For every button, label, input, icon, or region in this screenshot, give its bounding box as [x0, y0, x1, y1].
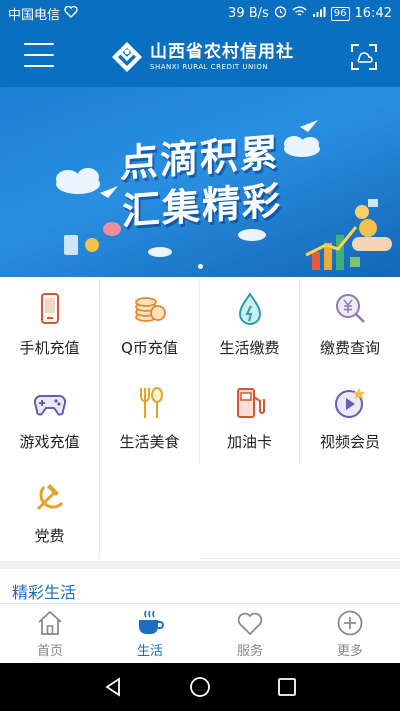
banner-headline-2: 汇集精彩	[122, 178, 283, 234]
service-party-dues[interactable]: 党费	[0, 465, 100, 559]
carousel-indicator	[0, 264, 400, 269]
fork-spoon-icon	[139, 387, 163, 418]
clock: 16:42	[354, 6, 392, 21]
water-drop-icon	[238, 292, 261, 325]
system-nav-bar	[0, 663, 400, 711]
brand-title: 山西省农村信用社	[150, 42, 294, 62]
recents-icon[interactable]	[275, 675, 299, 699]
service-grid: 手机充值 Q币充值 生活缴费 缴费查询 游戏充值 生活美食 加油卡 视频会员 党…	[0, 277, 400, 559]
home-circle-icon[interactable]	[188, 675, 212, 699]
search-yuan-icon	[336, 294, 365, 323]
carrier-label: 中国电信	[8, 8, 61, 23]
menu-button[interactable]	[24, 43, 54, 69]
play-icon	[335, 388, 365, 418]
tab-more[interactable]: 更多	[300, 604, 400, 663]
service-utility-payment[interactable]: 生活缴费	[200, 277, 300, 371]
coins-icon	[134, 297, 166, 322]
tab-life[interactable]: 生活	[100, 604, 200, 663]
wifi-icon	[292, 6, 307, 22]
home-icon	[38, 610, 62, 635]
heart-monitor-icon	[64, 5, 78, 22]
service-label: Q币充值	[121, 339, 178, 357]
carousel-dot[interactable]	[197, 264, 203, 269]
tab-label: 服务	[236, 644, 263, 659]
promo-banner[interactable]: 点滴积累 汇集精彩	[0, 87, 400, 277]
rcu-logo-icon	[112, 42, 142, 72]
tab-label: 生活	[136, 644, 163, 659]
service-label: 游戏充值	[19, 433, 80, 451]
service-label: 生活美食	[119, 433, 180, 451]
status-bar: 中国电信 39 B/s 96 16:42	[0, 0, 400, 27]
battery-level: 96	[330, 6, 350, 21]
service-label: 党费	[34, 527, 65, 545]
service-label: 视频会员	[319, 433, 380, 451]
signal-icon	[312, 6, 326, 22]
brand: 山西省农村信用社 SHANXI RURAL CREDIT UNION	[110, 37, 294, 77]
scan-icon[interactable]	[350, 43, 378, 71]
fuel-pump-icon	[236, 388, 265, 418]
service-qcoin-recharge[interactable]: Q币充值	[100, 277, 200, 371]
network-speed: 39 B/s	[228, 6, 269, 21]
section-divider	[0, 561, 400, 569]
tab-service[interactable]: 服务	[200, 604, 300, 663]
service-label: 手机充值	[19, 339, 80, 357]
alarm-icon	[274, 5, 287, 22]
service-video-vip[interactable]: 视频会员	[300, 371, 400, 465]
service-payment-query[interactable]: 缴费查询	[300, 277, 400, 371]
tab-home[interactable]: 首页	[0, 604, 100, 663]
phone-icon	[40, 293, 59, 324]
app-header: 山西省农村信用社 SHANXI RURAL CREDIT UNION	[0, 27, 400, 87]
service-fuel-card[interactable]: 加油卡	[200, 371, 300, 465]
service-label: 缴费查询	[319, 339, 380, 357]
tab-label: 首页	[36, 644, 63, 659]
tab-label: 更多	[336, 644, 363, 659]
service-game-recharge[interactable]: 游戏充值	[0, 371, 100, 465]
service-label: 生活缴费	[219, 339, 280, 357]
section-title: 精彩生活	[12, 583, 77, 602]
service-label: 加油卡	[226, 433, 272, 451]
brand-subtitle: SHANXI RURAL CREDIT UNION	[150, 63, 269, 71]
heart-icon	[237, 612, 263, 636]
bottom-tab-bar: 首页 生活 服务 更多	[0, 603, 400, 663]
party-emblem-icon	[36, 484, 63, 511]
empty-cell	[100, 465, 200, 559]
back-icon[interactable]	[101, 675, 125, 699]
plus-circle-icon	[337, 610, 363, 636]
service-phone-recharge[interactable]: 手机充值	[0, 277, 100, 371]
coffee-cup-icon	[139, 610, 164, 634]
service-food[interactable]: 生活美食	[100, 371, 200, 465]
gamepad-icon	[33, 395, 66, 416]
